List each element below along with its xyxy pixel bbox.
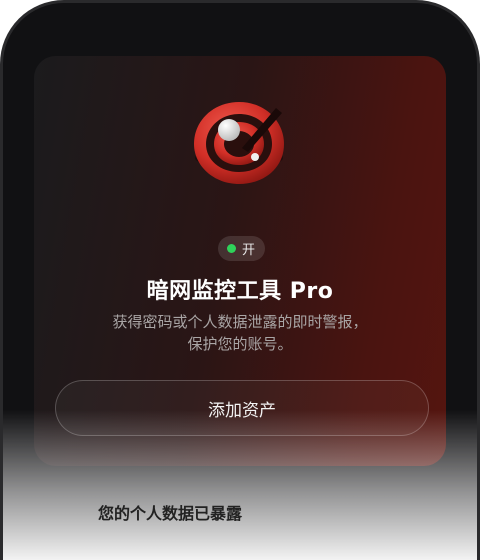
add-asset-button[interactable]: 添加资产 [55,380,429,436]
status-badge: 开 [218,236,266,261]
status-dot-icon [227,244,236,253]
description-line-1: 获得密码或个人数据泄露的即时警报， [112,313,368,331]
device-frame: 开 暗网监控工具 Pro 获得密码或个人数据泄露的即时警报， 保护您的账号。 添… [0,0,480,560]
card-description: 获得密码或个人数据泄露的即时警报， 保护您的账号。 [74,311,406,355]
status-label: 开 [242,243,256,258]
card-title: 暗网监控工具 Pro [146,279,334,304]
section-heading-partial: 您的个人数据已暴露 [98,504,243,523]
dark-web-monitor-card: 开 暗网监控工具 Pro 获得密码或个人数据泄露的即时警报， 保护您的账号。 添… [34,56,446,466]
description-line-2: 保护您的账号。 [187,335,293,353]
dark-web-monitor-logo-icon [194,102,284,184]
